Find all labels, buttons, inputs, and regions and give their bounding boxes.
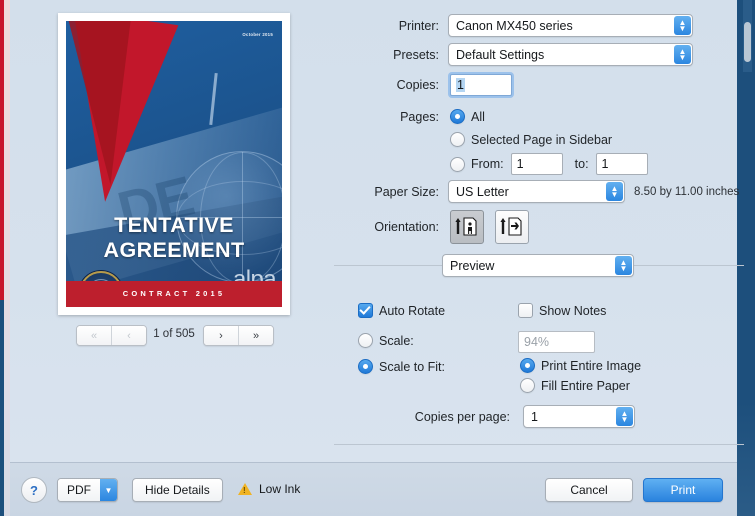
print-button[interactable]: Print bbox=[643, 478, 723, 502]
copies-per-page-value: 1 bbox=[524, 410, 538, 424]
hide-details-button[interactable]: Hide Details bbox=[132, 478, 223, 502]
radio-icon[interactable] bbox=[450, 132, 465, 147]
presets-value: Default Settings bbox=[449, 48, 544, 62]
pages-from-input[interactable]: 1 bbox=[511, 153, 563, 175]
help-button[interactable]: ? bbox=[21, 477, 47, 503]
chevron-updown-icon: ▲▼ bbox=[606, 182, 623, 201]
cover-tail-shadow bbox=[68, 21, 141, 187]
scale-value: 94% bbox=[524, 335, 549, 349]
module-value: Preview bbox=[443, 259, 494, 273]
copies-label: Copies: bbox=[340, 78, 439, 92]
last-page-button[interactable]: » bbox=[238, 326, 273, 345]
pdf-menu-button[interactable]: PDF ▼ bbox=[57, 478, 118, 502]
chevron-updown-icon: ▲▼ bbox=[616, 407, 633, 426]
print-entire-image-label: Print Entire Image bbox=[541, 359, 641, 373]
radio-icon[interactable] bbox=[450, 157, 465, 172]
pages-from-value: 1 bbox=[517, 157, 524, 171]
cover-title-line2: AGREEMENT bbox=[66, 238, 282, 263]
pages-all-label: All bbox=[471, 110, 485, 124]
background-scrollbar-thumb[interactable] bbox=[744, 22, 751, 62]
pages-all-option[interactable]: All bbox=[450, 109, 485, 124]
auto-rotate-label: Auto Rotate bbox=[379, 304, 445, 318]
cover-date: October 2015 bbox=[242, 32, 273, 37]
print-entire-image-option[interactable]: Print Entire Image bbox=[520, 358, 641, 373]
cover-title-line1: TENTATIVE bbox=[66, 213, 282, 238]
pdf-label: PDF bbox=[58, 479, 100, 501]
paper-size-dimensions: 8.50 by 11.00 inches bbox=[634, 186, 739, 198]
scale-label: Scale: bbox=[379, 334, 414, 348]
pages-label: Pages: bbox=[340, 110, 439, 124]
scale-to-fit-option[interactable]: Scale to Fit: bbox=[358, 359, 445, 374]
radio-icon[interactable] bbox=[450, 109, 465, 124]
show-notes-label: Show Notes bbox=[539, 304, 606, 318]
printer-value: Canon MX450 series bbox=[449, 19, 573, 33]
radio-icon[interactable] bbox=[520, 378, 535, 393]
warning-triangle-icon bbox=[238, 483, 252, 495]
scale-input[interactable]: 94% bbox=[518, 331, 595, 353]
pages-selected-option[interactable]: Selected Page in Sidebar bbox=[450, 132, 612, 147]
low-ink-label: Low Ink bbox=[259, 482, 300, 496]
orientation-portrait-button[interactable] bbox=[450, 210, 484, 244]
print-settings-form: Printer: Canon MX450 series ▲▼ Presets: … bbox=[340, 0, 740, 462]
pager-forward-group: › » bbox=[203, 325, 274, 346]
next-page-button[interactable]: › bbox=[204, 326, 238, 345]
pages-to-value: 1 bbox=[602, 157, 609, 171]
print-dialog: DE October 2015 TENTATIVE AGREEMENT alpa… bbox=[10, 0, 737, 516]
scale-option[interactable]: Scale: bbox=[358, 333, 414, 348]
chevron-updown-icon: ▲▼ bbox=[674, 45, 691, 64]
bottom-divider bbox=[334, 444, 744, 445]
presets-select[interactable]: Default Settings ▲▼ bbox=[448, 43, 693, 66]
landscape-icon bbox=[500, 216, 524, 238]
paper-size-select[interactable]: US Letter ▲▼ bbox=[448, 180, 625, 203]
chevron-updown-icon: ▲▼ bbox=[615, 256, 632, 275]
checkbox-icon[interactable] bbox=[358, 303, 373, 318]
cancel-button[interactable]: Cancel bbox=[545, 478, 633, 502]
pages-range-option[interactable]: From: 1 to: 1 bbox=[450, 153, 648, 175]
presets-label: Presets: bbox=[340, 48, 439, 62]
preview-pager: « ‹ 1 of 505 › » bbox=[58, 325, 290, 345]
printer-select[interactable]: Canon MX450 series ▲▼ bbox=[448, 14, 693, 37]
chevron-updown-icon: ▲▼ bbox=[674, 16, 691, 35]
checkbox-icon[interactable] bbox=[518, 303, 533, 318]
copies-input[interactable]: 1 bbox=[450, 74, 512, 96]
radio-icon[interactable] bbox=[520, 358, 535, 373]
print-dialog-screen: DE October 2015 TENTATIVE AGREEMENT alpa… bbox=[0, 0, 755, 516]
print-preview[interactable]: DE October 2015 TENTATIVE AGREEMENT alpa… bbox=[58, 13, 290, 315]
copies-value: 1 bbox=[456, 78, 465, 92]
printer-label: Printer: bbox=[340, 19, 439, 33]
radio-icon[interactable] bbox=[358, 359, 373, 374]
fill-entire-paper-option[interactable]: Fill Entire Paper bbox=[520, 378, 630, 393]
cover-title: TENTATIVE AGREEMENT bbox=[66, 213, 282, 263]
low-ink-status: Low Ink bbox=[238, 478, 300, 500]
cover-contract-text: CONTRACT 2015 bbox=[66, 289, 282, 298]
fill-entire-paper-label: Fill Entire Paper bbox=[541, 379, 630, 393]
dialog-bottom-bar: ? PDF ▼ Hide Details Low Ink Cancel Prin… bbox=[10, 462, 737, 516]
auto-rotate-option[interactable]: Auto Rotate bbox=[358, 303, 445, 318]
cover-contract-band: CONTRACT 2015 bbox=[66, 281, 282, 307]
paper-size-value: US Letter bbox=[449, 185, 509, 199]
orientation-landscape-button[interactable] bbox=[495, 210, 529, 244]
preview-page: DE October 2015 TENTATIVE AGREEMENT alpa… bbox=[66, 21, 282, 307]
orientation-label: Orientation: bbox=[340, 220, 439, 234]
radio-icon[interactable] bbox=[358, 333, 373, 348]
show-notes-option[interactable]: Show Notes bbox=[518, 303, 606, 318]
pages-to-label: to: bbox=[575, 157, 589, 171]
print-dialog-body: DE October 2015 TENTATIVE AGREEMENT alpa… bbox=[10, 0, 737, 462]
module-select[interactable]: Preview ▲▼ bbox=[442, 254, 634, 277]
paper-size-label: Paper Size: bbox=[340, 185, 439, 199]
copies-per-page-label: Copies per page: bbox=[340, 410, 510, 424]
pages-selected-label: Selected Page in Sidebar bbox=[471, 133, 612, 147]
pages-to-input[interactable]: 1 bbox=[596, 153, 648, 175]
portrait-icon bbox=[455, 216, 479, 238]
copies-per-page-select[interactable]: 1 ▲▼ bbox=[523, 405, 635, 428]
chevron-down-icon: ▼ bbox=[100, 479, 117, 501]
pages-from-label: From: bbox=[471, 157, 504, 171]
scale-to-fit-label: Scale to Fit: bbox=[379, 360, 445, 374]
